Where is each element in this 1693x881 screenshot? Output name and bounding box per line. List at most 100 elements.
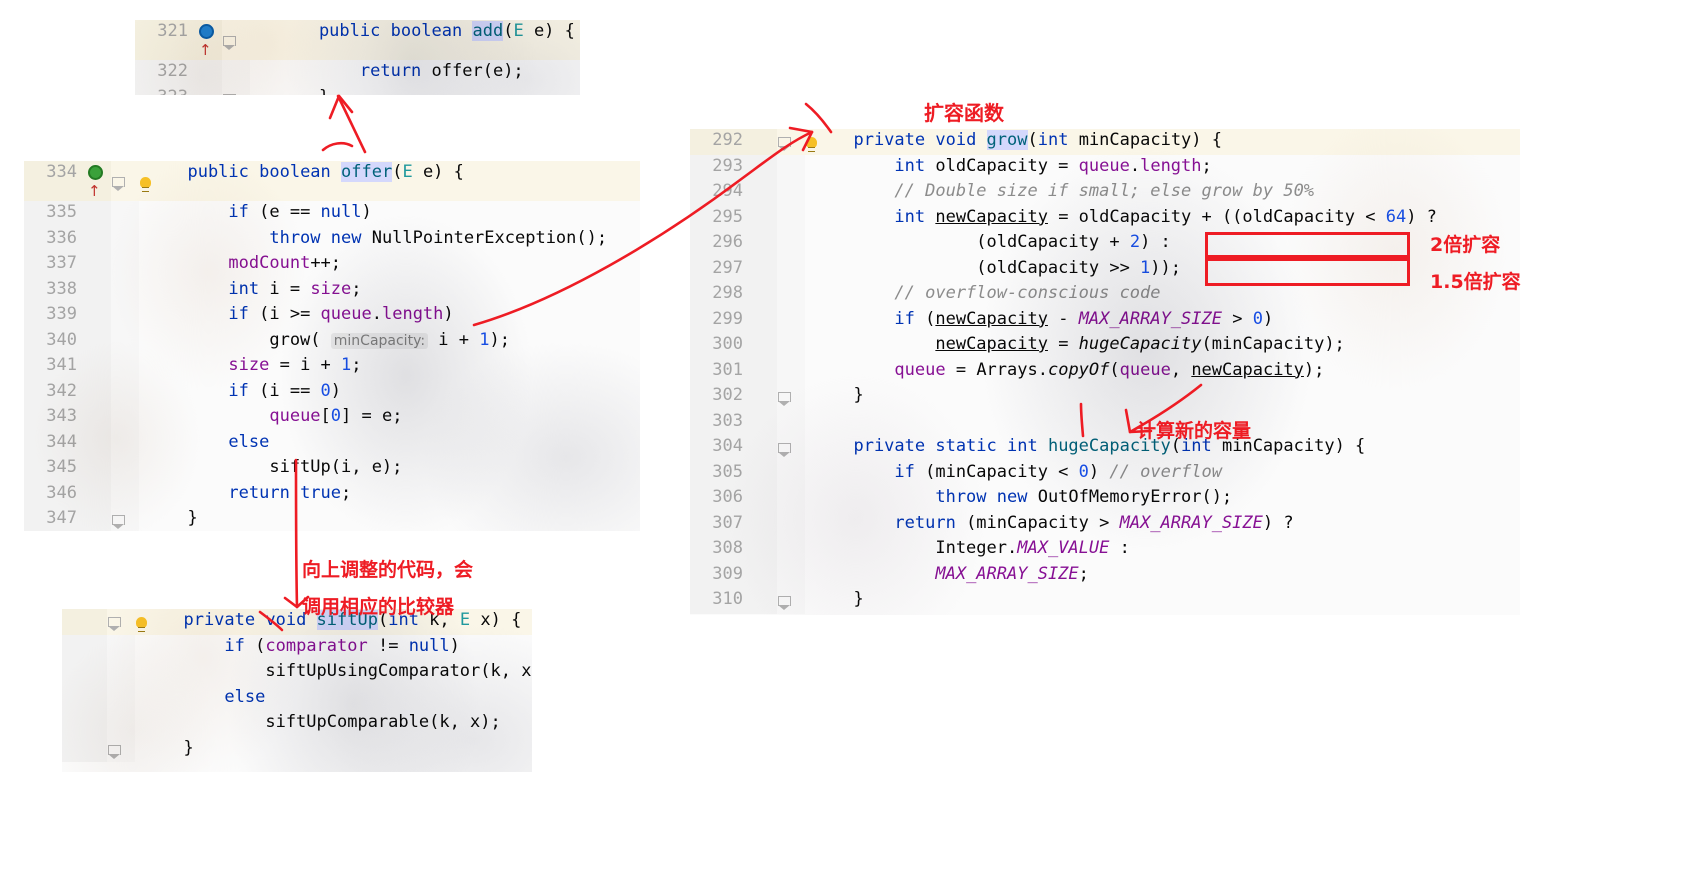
fold-gutter[interactable] [777, 256, 805, 282]
code-line[interactable]: 299 if (newCapacity - MAX_ARRAY_SIZE > 0… [690, 307, 1520, 333]
intention-gutter[interactable] [805, 358, 831, 384]
intention-gutter[interactable] [135, 711, 161, 737]
intention-gutter[interactable] [135, 685, 161, 711]
breakpoint-gutter[interactable] [87, 430, 111, 456]
code-text[interactable]: modCount++; [165, 252, 640, 278]
breakpoint-gutter[interactable] [198, 85, 222, 95]
code-line[interactable]: 346 return true; [24, 481, 640, 508]
code-text[interactable]: if (minCapacity < 0) // overflow [831, 461, 1520, 487]
code-line[interactable]: 297 (oldCapacity >> 1)); [690, 256, 1520, 282]
code-line[interactable]: 302 } [690, 384, 1520, 410]
fold-gutter[interactable] [111, 201, 139, 227]
intention-gutter[interactable] [139, 456, 165, 482]
breakpoint-gutter[interactable] [753, 460, 777, 486]
breakpoint-gutter[interactable]: ↑ [198, 20, 222, 60]
breakpoint-gutter[interactable] [87, 507, 111, 531]
breakpoint-gutter[interactable] [753, 537, 777, 563]
code-text[interactable]: queue = Arrays.copyOf(queue, newCapacity… [831, 359, 1520, 385]
intention-gutter[interactable] [805, 562, 831, 588]
fold-gutter[interactable] [777, 154, 805, 180]
intention-gutter[interactable] [139, 303, 165, 329]
breakpoint-icon[interactable] [88, 165, 103, 180]
code-text[interactable]: if (i >= queue.length) [165, 303, 640, 329]
fold-gutter[interactable] [111, 252, 139, 278]
fold-collapse-icon[interactable] [778, 137, 791, 152]
breakpoint-icon[interactable] [199, 24, 214, 39]
intention-gutter[interactable] [139, 405, 165, 431]
fold-gutter[interactable] [111, 303, 139, 329]
breakpoint-gutter[interactable] [753, 486, 777, 512]
code-line[interactable]: siftUpComparable(k, x); [62, 711, 532, 737]
code-line[interactable]: 296 (oldCapacity + 2) : [690, 231, 1520, 257]
code-text[interactable]: (oldCapacity + 2) : [831, 231, 1520, 257]
intention-gutter[interactable] [250, 20, 276, 60]
code-text[interactable]: return true; [165, 482, 640, 508]
code-line[interactable]: 308 Integer.MAX_VALUE : [690, 537, 1520, 563]
code-line[interactable]: 322 return offer(e); [135, 60, 580, 86]
lightbulb-icon[interactable] [140, 176, 151, 192]
breakpoint-gutter[interactable] [753, 435, 777, 461]
fold-collapse-icon[interactable] [778, 392, 791, 407]
breakpoint-gutter[interactable] [753, 562, 777, 588]
intention-gutter[interactable] [805, 307, 831, 333]
breakpoint-gutter[interactable] [87, 405, 111, 431]
breakpoint-gutter[interactable] [753, 511, 777, 537]
code-line[interactable]: 298 // overflow-conscious code [690, 282, 1520, 308]
breakpoint-gutter[interactable] [753, 384, 777, 410]
code-text[interactable]: else [161, 686, 532, 712]
breakpoint-gutter[interactable] [87, 354, 111, 380]
intention-gutter[interactable] [805, 511, 831, 537]
code-text[interactable]: throw new NullPointerException(); [165, 227, 640, 253]
intention-gutter[interactable] [250, 60, 276, 86]
fold-gutter[interactable] [777, 409, 805, 435]
intention-gutter[interactable] [139, 201, 165, 227]
code-text[interactable]: grow( minCapacity: i + 1); [165, 329, 640, 355]
fold-gutter[interactable] [111, 354, 139, 380]
code-text[interactable]: throw new OutOfMemoryError(); [831, 486, 1520, 512]
code-line[interactable]: else [62, 685, 532, 712]
code-line[interactable]: 301 queue = Arrays.copyOf(queue, newCapa… [690, 358, 1520, 385]
intention-gutter[interactable] [139, 277, 165, 303]
code-text[interactable]: else [165, 431, 640, 457]
fold-gutter[interactable] [107, 736, 135, 762]
intention-gutter[interactable] [805, 154, 831, 180]
intention-gutter[interactable] [139, 328, 165, 354]
fold-gutter[interactable] [777, 231, 805, 257]
code-line[interactable]: 336 throw new NullPointerException(); [24, 226, 640, 253]
intention-gutter[interactable] [805, 282, 831, 308]
code-text[interactable]: if (e == null) [165, 201, 640, 227]
code-line[interactable]: 305 if (minCapacity < 0) // overflow [690, 460, 1520, 487]
fold-gutter[interactable] [111, 430, 139, 456]
code-line[interactable]: 292 private void grow(int minCapacity) { [690, 129, 1520, 155]
code-text[interactable]: // overflow-conscious code [831, 282, 1520, 308]
breakpoint-gutter[interactable] [753, 129, 777, 155]
intention-gutter[interactable] [139, 161, 165, 201]
intention-gutter[interactable] [139, 430, 165, 456]
code-text[interactable]: return offer(e); [276, 60, 580, 86]
code-line[interactable]: 295 int newCapacity = oldCapacity + ((ol… [690, 205, 1520, 231]
breakpoint-gutter[interactable] [753, 307, 777, 333]
breakpoint-gutter[interactable] [753, 358, 777, 384]
code-text[interactable]: int oldCapacity = queue.length; [831, 155, 1520, 181]
breakpoint-gutter[interactable] [83, 711, 107, 737]
fold-gutter[interactable] [111, 405, 139, 431]
intention-gutter[interactable] [135, 736, 161, 762]
fold-gutter[interactable] [777, 460, 805, 486]
code-text[interactable]: } [831, 588, 1520, 614]
fold-gutter[interactable] [111, 456, 139, 482]
code-line[interactable]: 343 queue[0] = e; [24, 405, 640, 431]
fold-gutter[interactable] [777, 588, 805, 614]
intention-gutter[interactable] [139, 226, 165, 252]
override-up-arrow-icon[interactable]: ↑ [88, 184, 101, 199]
fold-gutter[interactable] [777, 333, 805, 359]
intention-gutter[interactable] [805, 588, 831, 614]
code-text[interactable]: } [276, 86, 580, 96]
code-text[interactable]: Integer.MAX_VALUE : [831, 537, 1520, 563]
intention-gutter[interactable] [805, 409, 831, 435]
code-text[interactable]: public boolean add(E e) { [276, 20, 580, 60]
intention-gutter[interactable] [805, 205, 831, 231]
fold-gutter[interactable] [111, 277, 139, 303]
fold-gutter[interactable] [111, 379, 139, 405]
code-line[interactable]: 309 MAX_ARRAY_SIZE; [690, 562, 1520, 588]
code-line[interactable]: 310 } [690, 588, 1520, 614]
